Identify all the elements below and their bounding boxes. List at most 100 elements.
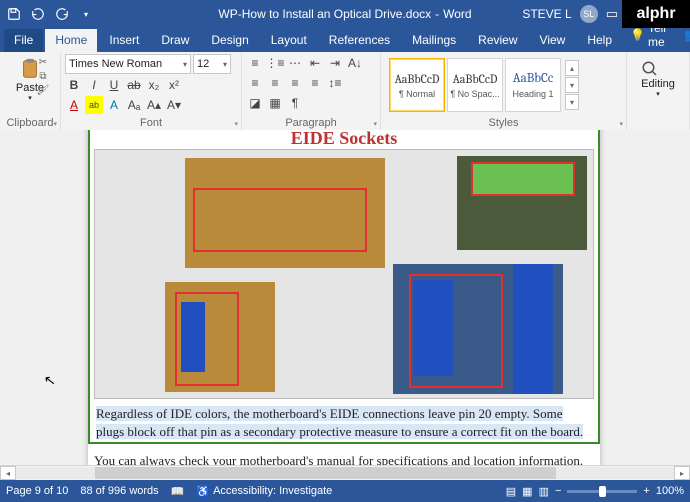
word-count[interactable]: 88 of 996 words <box>80 485 158 497</box>
text-effects-button[interactable]: A <box>105 96 123 114</box>
font-color-button[interactable]: A <box>65 96 83 114</box>
redo-icon[interactable] <box>54 6 70 22</box>
show-hide-button[interactable]: ¶ <box>286 94 304 112</box>
tab-view[interactable]: View <box>530 29 576 52</box>
zoom-slider[interactable] <box>567 490 637 493</box>
save-icon[interactable] <box>6 6 22 22</box>
style-heading1[interactable]: AaBbCcHeading 1 <box>505 58 561 112</box>
shading-button[interactable]: ◪ <box>246 94 264 112</box>
group-clipboard: Paste ▾ ✂ ⧉ 🖌 Clipboard <box>0 52 61 130</box>
cut-icon[interactable]: ✂ <box>36 56 50 68</box>
grow-font-button[interactable]: A▴ <box>145 96 163 114</box>
styles-scroll: ▴ ▾ ▾ <box>565 60 579 110</box>
italic-button[interactable]: I <box>85 76 103 94</box>
document-title: WP-How to Install an Optical Drive.docx … <box>218 7 471 21</box>
superscript-button[interactable]: x² <box>165 76 183 94</box>
increase-indent-button[interactable]: ⇥ <box>326 54 344 72</box>
bullets-button[interactable]: ≡ <box>246 54 264 72</box>
ribbon-display-icon[interactable]: ▭ <box>606 6 618 22</box>
scroll-right-button[interactable]: ▸ <box>674 466 690 480</box>
tab-draw[interactable]: Draw <box>151 29 199 52</box>
numbering-button[interactable]: ⋮≡ <box>266 54 284 72</box>
tab-review[interactable]: Review <box>468 29 527 52</box>
share-button[interactable]: 👥Share <box>678 25 690 45</box>
alphr-logo: alphr <box>622 0 690 28</box>
underline-button[interactable]: U <box>105 76 123 94</box>
tab-insert[interactable]: Insert <box>99 29 149 52</box>
tab-file[interactable]: File <box>4 29 43 52</box>
print-layout-icon[interactable]: ▦ <box>522 485 532 498</box>
app-name: Word <box>443 7 471 21</box>
quick-access-toolbar: ▾ <box>0 6 100 22</box>
strikethrough-button[interactable]: ab <box>125 76 143 94</box>
tab-design[interactable]: Design <box>201 29 258 52</box>
share-icon: 👥 <box>684 28 690 42</box>
mouse-cursor-icon: ↖ <box>43 371 57 389</box>
style-normal[interactable]: AaBbCcD¶ Normal <box>389 58 445 112</box>
font-name-select[interactable]: Times New Roman▾ <box>65 54 191 74</box>
format-painter-icon[interactable]: 🖌 <box>36 84 50 96</box>
ribbon-tabs: File Home Insert Draw Design Layout Refe… <box>0 28 690 52</box>
decrease-indent-button[interactable]: ⇤ <box>306 54 324 72</box>
page: EIDE Sockets Regardless of IDE colors, t… <box>88 130 600 480</box>
zoom-out-button[interactable]: − <box>555 485 561 497</box>
accessibility-icon: ♿ <box>196 485 210 498</box>
borders-button[interactable]: ▦ <box>266 94 284 112</box>
scroll-track[interactable] <box>16 467 674 479</box>
title-bar: ▾ WP-How to Install an Optical Drive.doc… <box>0 0 690 28</box>
editing-button[interactable]: Editing ▾ <box>641 54 675 98</box>
zoom-in-button[interactable]: + <box>643 485 649 497</box>
read-mode-icon[interactable]: ▤ <box>506 485 516 498</box>
align-left-button[interactable]: ≡ <box>246 74 264 92</box>
styles-up-button[interactable]: ▴ <box>565 60 579 76</box>
motherboard-image-3 <box>165 282 275 392</box>
styles-down-button[interactable]: ▾ <box>565 77 579 93</box>
style-no-spacing[interactable]: AaBbCcD¶ No Spac... <box>447 58 503 112</box>
styles-label: Styles <box>385 116 622 130</box>
highlight-button[interactable]: ab <box>85 96 103 114</box>
user-name[interactable]: STEVE L <box>522 7 571 21</box>
paragraph-label: Paragraph <box>246 116 376 130</box>
search-icon <box>641 60 659 78</box>
selected-region[interactable]: EIDE Sockets Regardless of IDE colors, t… <box>88 130 600 444</box>
clipboard-label: Clipboard <box>6 116 53 130</box>
doc-heading: EIDE Sockets <box>90 130 598 149</box>
tab-help[interactable]: Help <box>577 29 622 52</box>
align-right-button[interactable]: ≡ <box>286 74 304 92</box>
undo-icon[interactable] <box>30 6 46 22</box>
horizontal-scrollbar[interactable]: ◂ ▸ <box>0 465 690 480</box>
lightbulb-icon: 💡 <box>630 28 645 42</box>
shrink-font-button[interactable]: A▾ <box>165 96 183 114</box>
scroll-thumb[interactable] <box>95 467 556 479</box>
justify-button[interactable]: ≡ <box>306 74 324 92</box>
tab-home[interactable]: Home <box>45 29 97 52</box>
font-size-select[interactable]: 12▾ <box>193 54 231 74</box>
zoom-level[interactable]: 100% <box>656 485 684 497</box>
avatar[interactable]: SL <box>580 5 598 23</box>
clear-format-button[interactable]: Aₐ <box>125 96 143 114</box>
bold-button[interactable]: B <box>65 76 83 94</box>
status-bar: Page 9 of 10 88 of 996 words 📖 ♿Accessib… <box>0 480 690 502</box>
group-styles: AaBbCcD¶ Normal AaBbCcD¶ No Spac... AaBb… <box>381 52 627 130</box>
accessibility-status[interactable]: ♿Accessibility: Investigate <box>196 485 332 498</box>
line-spacing-button[interactable]: ↕≡ <box>326 74 344 92</box>
scroll-left-button[interactable]: ◂ <box>0 466 16 480</box>
copy-icon[interactable]: ⧉ <box>36 70 50 82</box>
image-frame[interactable] <box>94 149 594 399</box>
align-center-button[interactable]: ≡ <box>266 74 284 92</box>
tab-mailings[interactable]: Mailings <box>402 29 466 52</box>
sort-button[interactable]: A↓ <box>346 54 364 72</box>
tab-layout[interactable]: Layout <box>261 29 317 52</box>
user-area: STEVE L SL ▭ <box>522 5 618 23</box>
page-indicator[interactable]: Page 9 of 10 <box>6 485 68 497</box>
web-layout-icon[interactable]: ▥ <box>539 485 549 498</box>
motherboard-image-2 <box>457 156 587 250</box>
spell-check-icon[interactable]: 📖 <box>171 485 185 498</box>
subscript-button[interactable]: x₂ <box>145 76 163 94</box>
motherboard-image-4 <box>393 264 563 394</box>
multilevel-button[interactable]: ⋯ <box>286 54 304 72</box>
qat-customize-icon[interactable]: ▾ <box>78 6 94 22</box>
tab-references[interactable]: References <box>319 29 400 52</box>
document-area[interactable]: EIDE Sockets Regardless of IDE colors, t… <box>0 130 690 480</box>
styles-more-button[interactable]: ▾ <box>565 94 579 110</box>
